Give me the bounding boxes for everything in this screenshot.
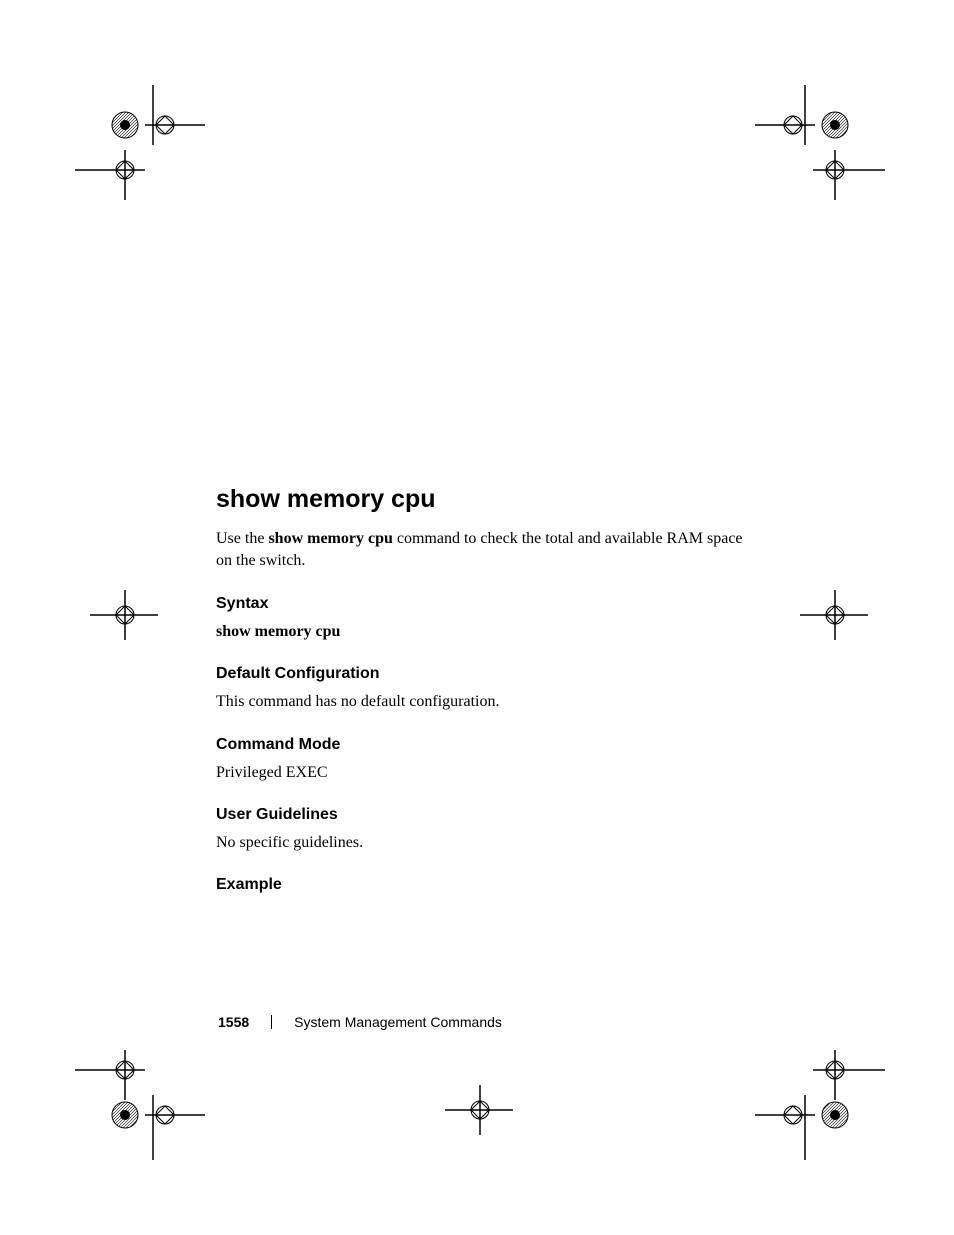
intro-paragraph: Use the show memory cpu command to check… (216, 528, 746, 573)
command-mode-heading: Command Mode (216, 736, 746, 754)
user-guidelines-text: No specific guidelines. (216, 832, 746, 854)
default-config-text: This command has no default configuratio… (216, 691, 746, 713)
user-guidelines-heading: User Guidelines (216, 806, 746, 824)
example-heading: Example (216, 876, 746, 894)
default-config-heading: Default Configuration (216, 665, 746, 683)
crop-mark-top-left (75, 85, 215, 205)
crop-mark-top-right (745, 85, 885, 205)
document-content: show memory cpu Use the show memory cpu … (216, 485, 746, 902)
footer-divider (271, 1015, 272, 1029)
command-mode-text: Privileged EXEC (216, 762, 746, 784)
page-footer: 1558 System Management Commands (218, 1014, 502, 1030)
syntax-heading: Syntax (216, 595, 746, 613)
chapter-title: System Management Commands (294, 1014, 502, 1030)
crop-mark-left-mid (90, 590, 160, 640)
crop-mark-bottom-right (745, 1050, 885, 1170)
intro-prefix: Use the (216, 530, 268, 547)
syntax-text: show memory cpu (216, 621, 746, 643)
page-number: 1558 (218, 1014, 249, 1030)
crop-mark-bottom-left (75, 1050, 215, 1170)
crop-mark-right-mid (800, 590, 870, 640)
section-title: show memory cpu (216, 485, 746, 514)
crop-mark-bottom-mid (445, 1085, 515, 1135)
intro-bold-command: show memory cpu (268, 530, 392, 547)
